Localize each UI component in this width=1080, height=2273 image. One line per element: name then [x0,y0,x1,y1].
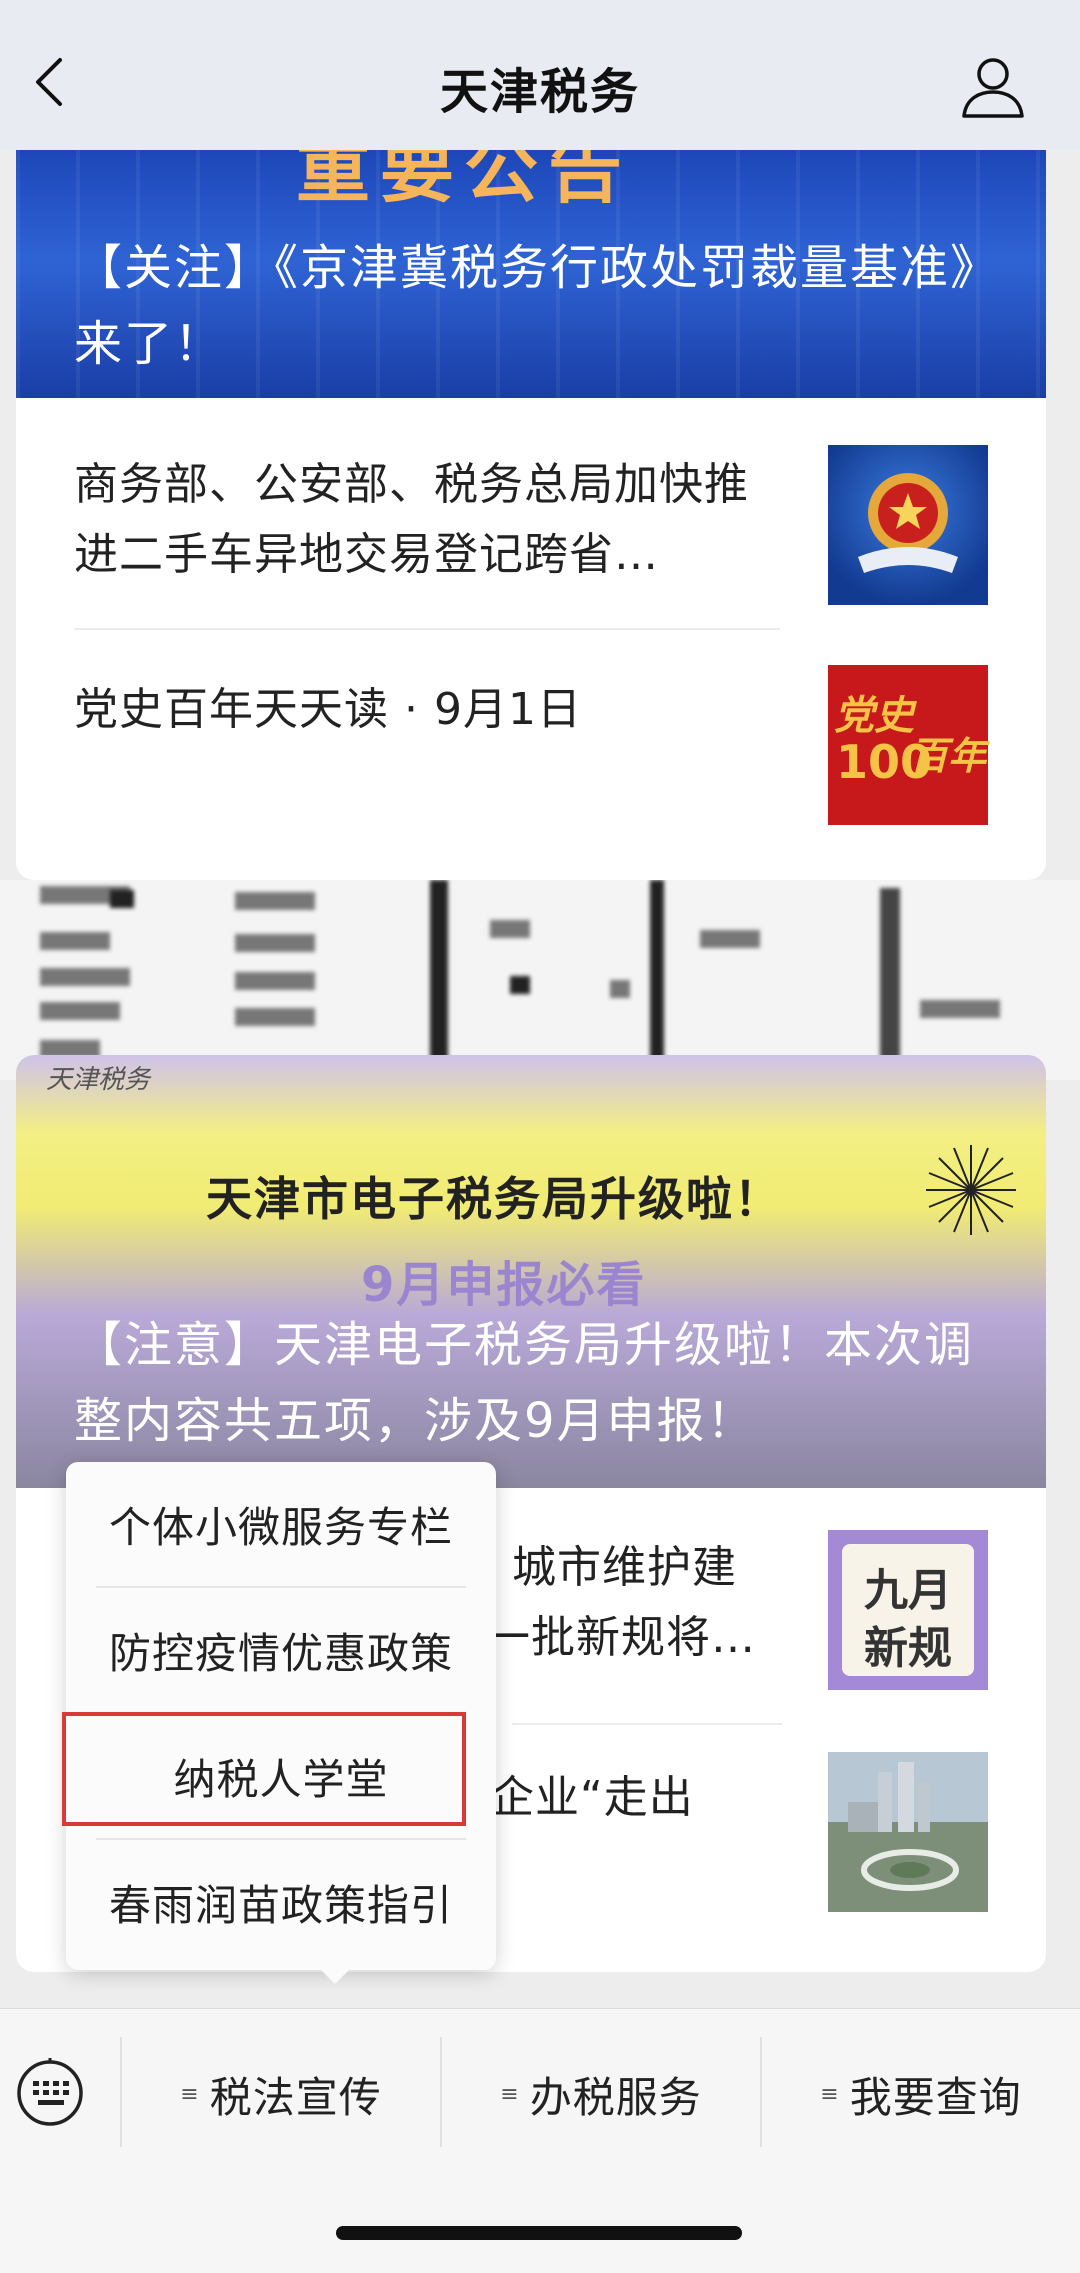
highlight-box [62,1712,466,1826]
menu-button-label: 我要查询 [849,2072,1022,2122]
page-title: 天津税务 [439,64,640,120]
menu-button-tax-law[interactable]: ≡ 税法宣传 [122,2049,440,2139]
thumb-text: 党史 [834,693,914,739]
menu-button-label: 税法宣传 [209,2072,382,2122]
nav-bar: 天津税务 [0,0,1080,150]
user-icon[interactable] [958,52,1028,122]
hero-banner-text: 天津市电子税务局升级啦！ [206,1172,782,1226]
article-group-card: 重要公告 【关注】《京津冀税务行政处罚裁量基准》来了！ 商务部、公安部、税务总局… [16,150,1046,880]
hero-subtitle: 9月申报必看 [361,1257,647,1313]
hero-article[interactable]: 天津税务 天津市电子税务局升级啦！ 9月申报必看 【注意】天津电子税务局升级啦！… [16,1055,1046,1488]
september-rules-image[interactable]: 九月 新规 [828,1530,988,1690]
menu-lines-icon: ≡ [820,2081,840,2107]
hero-banner-text: 重要公告 [296,150,632,213]
menu-button-label: 办税服务 [529,2072,702,2122]
party-history-100-image[interactable]: 党史 100 百年 [828,665,988,825]
blurred-content [0,880,1080,1080]
hero-article[interactable]: 重要公告 【关注】《京津冀税务行政处罚裁量基准》来了！ [16,150,1046,398]
thumb-text: 新规 [864,1623,952,1674]
article-item-title[interactable]: 党史百年天天读 · 9月1日 [74,675,582,745]
menu-lines-icon: ≡ [500,2081,520,2107]
article-item-title[interactable]: 企业“走出 [490,1763,694,1833]
tax-emblem-image[interactable] [828,445,988,605]
menu-item-epidemic-policy[interactable]: 防控疫情优惠政策 [66,1588,496,1712]
keyboard-icon[interactable] [14,2055,86,2127]
hero-headline: 【关注】《京津冀税务行政处罚裁量基准》来了！ [74,240,977,372]
sparkle-icon [926,1145,1016,1235]
hero-headline: 【注意】天津电子税务局升级啦！本次调整内容共五项，涉及9月申报！ [74,1317,975,1449]
article-item-title[interactable]: 城市维护建 [512,1533,737,1603]
home-indicator[interactable] [336,2226,742,2240]
menu-button-tax-service[interactable]: ≡ 办税服务 [442,2049,760,2139]
divider [74,628,780,630]
menu-button-query[interactable]: ≡ 我要查询 [762,2049,1080,2139]
popup-caret [321,1970,349,1984]
city-aerial-image[interactable] [828,1752,988,1912]
divider [512,1723,782,1725]
article-item-title[interactable]: 商务部、公安部、税务总局加快推进二手车异地交易登记跨省… [74,450,754,590]
thumb-text: 九月 [864,1565,952,1616]
article-item-title[interactable]: 一批新规将… [486,1603,756,1673]
thumb-text: 百年 [910,734,987,778]
menu-lines-icon: ≡ [180,2081,200,2107]
hero-brand: 天津税务 [46,1065,151,1095]
menu-item-small-business[interactable]: 个体小微服务专栏 [66,1462,496,1586]
menu-item-spring-rain-policy[interactable]: 春雨润苗政策指引 [66,1840,496,1964]
